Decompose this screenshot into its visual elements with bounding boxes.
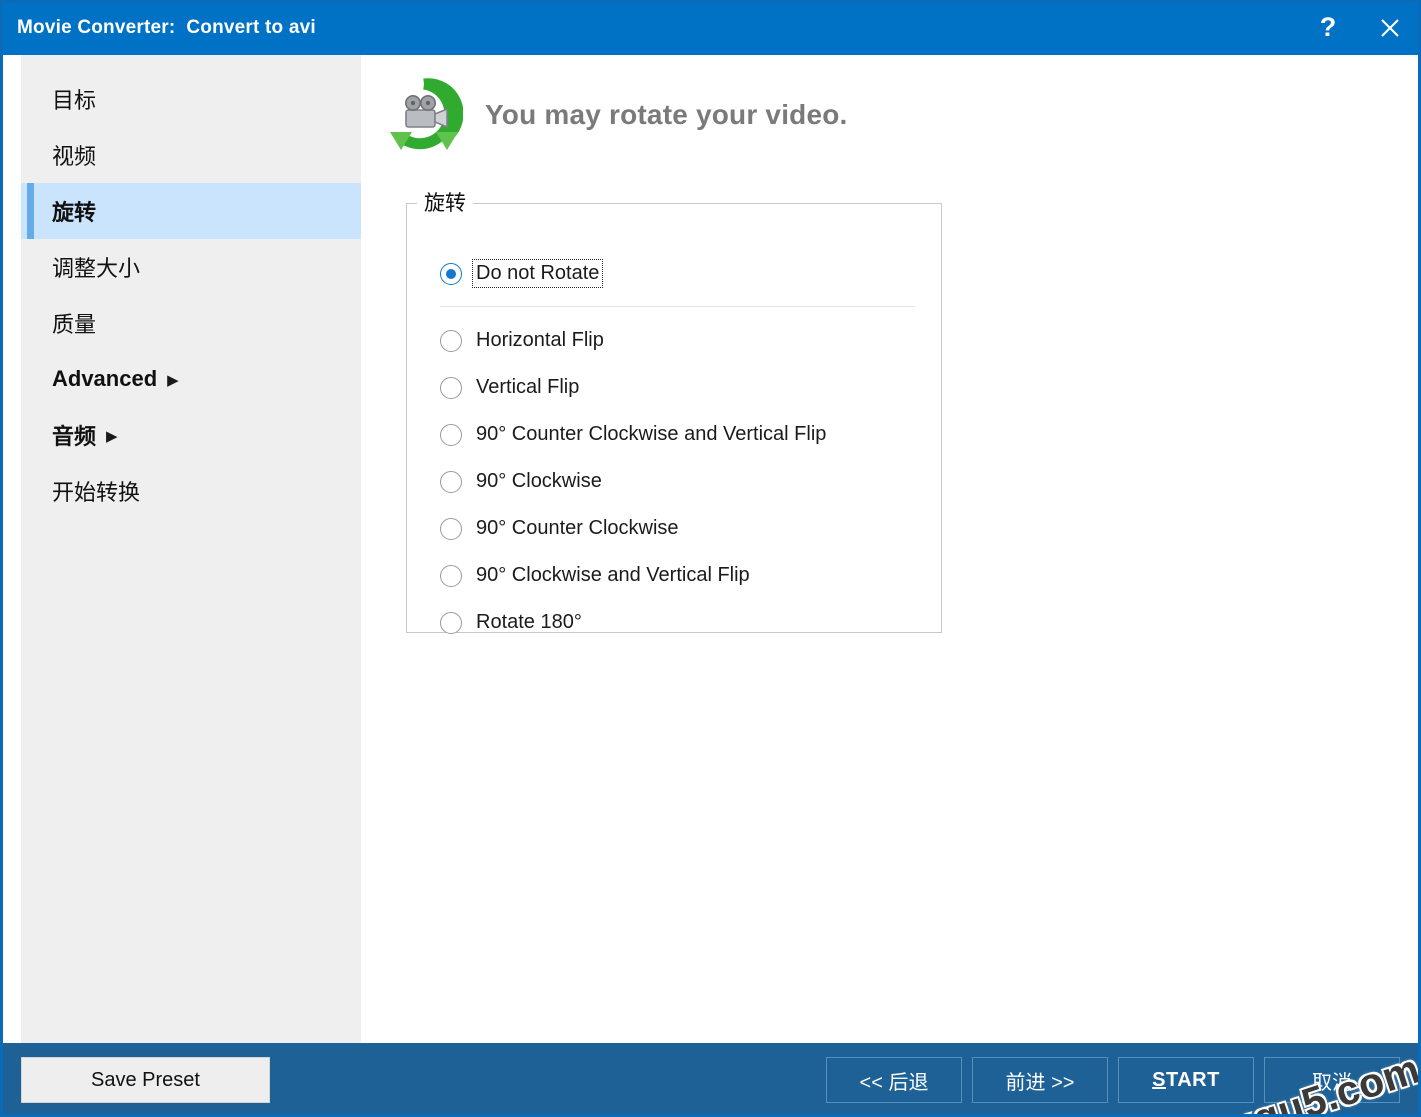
main-content: You may rotate your video. 旋转 Do not Rot… bbox=[361, 55, 1418, 1043]
next-button[interactable]: 前进 >> bbox=[972, 1057, 1108, 1103]
sidebar-nav: 目标 视频 旋转 调整大小 质量 Advanced ▶ 音频 ▶ 开始转换 bbox=[21, 55, 361, 1043]
radio-option-90-ccw-and-vertical-flip[interactable]: 90° Counter Clockwise and Vertical Flip bbox=[407, 411, 941, 458]
sidebar-item-label: 音频 bbox=[52, 424, 97, 449]
sidebar-item-quality[interactable]: 质量 bbox=[21, 295, 361, 351]
back-button[interactable]: << 后退 bbox=[826, 1057, 962, 1103]
close-icon bbox=[1381, 18, 1399, 37]
radio-icon bbox=[440, 564, 462, 587]
window-title: Movie Converter: Convert to avi bbox=[17, 16, 316, 38]
option-separator bbox=[440, 306, 915, 307]
radio-icon bbox=[440, 611, 462, 634]
radio-icon bbox=[440, 517, 462, 540]
sidebar-item-label: 目标 bbox=[52, 88, 97, 113]
title-bar: Movie Converter: Convert to avi ? bbox=[3, 3, 1418, 55]
radio-option-90-counter-clockwise[interactable]: 90° Counter Clockwise bbox=[407, 505, 941, 552]
help-button[interactable]: ? bbox=[1297, 3, 1359, 55]
radio-option-vertical-flip[interactable]: Vertical Flip bbox=[407, 364, 941, 411]
radio-option-90-cw-and-vertical-flip[interactable]: 90° Clockwise and Vertical Flip bbox=[407, 552, 941, 599]
radio-icon bbox=[440, 423, 462, 446]
save-preset-button[interactable]: Save Preset bbox=[21, 1057, 270, 1103]
sidebar-item-label: Advanced bbox=[52, 366, 158, 391]
start-accelerator-letter: S bbox=[1152, 1068, 1166, 1091]
sidebar-item-target[interactable]: 目标 bbox=[21, 71, 361, 127]
radio-option-label: Horizontal Flip bbox=[476, 329, 604, 351]
start-button[interactable]: S TART bbox=[1118, 1057, 1254, 1103]
sidebar-item-label: 视频 bbox=[52, 144, 97, 169]
sidebar-item-resize[interactable]: 调整大小 bbox=[21, 239, 361, 295]
footer-bar: Save Preset << 后退 前进 >> S TART 取消 bbox=[3, 1043, 1418, 1114]
group-legend: 旋转 bbox=[417, 187, 473, 217]
cancel-button[interactable]: 取消 bbox=[1264, 1057, 1400, 1103]
radio-option-label: 90° Counter Clockwise bbox=[476, 517, 679, 539]
question-mark-icon: ? bbox=[1319, 12, 1337, 42]
radio-option-label: 90° Clockwise bbox=[476, 470, 602, 492]
close-button[interactable] bbox=[1359, 3, 1418, 55]
sidebar-item-label: 质量 bbox=[52, 312, 97, 337]
sidebar-item-label: 旋转 bbox=[52, 200, 97, 225]
next-label: 前进 >> bbox=[1005, 1071, 1075, 1094]
sidebar-item-label: 调整大小 bbox=[52, 256, 141, 281]
save-preset-label: Save Preset bbox=[91, 1068, 200, 1091]
radio-option-do-not-rotate[interactable]: Do not Rotate bbox=[407, 250, 941, 297]
sidebar-item-label: 开始转换 bbox=[52, 480, 141, 505]
radio-icon bbox=[440, 262, 462, 285]
sidebar-item-advanced[interactable]: Advanced ▶ bbox=[21, 351, 361, 407]
page-title: You may rotate your video. bbox=[485, 99, 848, 130]
back-label: << 后退 bbox=[859, 1071, 929, 1094]
page-header: You may rotate your video. bbox=[385, 77, 1418, 153]
radio-option-label: Vertical Flip bbox=[476, 376, 580, 398]
sidebar-item-video[interactable]: 视频 bbox=[21, 127, 361, 183]
rotate-video-camera-icon bbox=[390, 78, 463, 150]
radio-option-label: Rotate 180° bbox=[476, 611, 582, 633]
sidebar-item-rotate[interactable]: 旋转 bbox=[21, 183, 361, 239]
radio-option-rotate-180[interactable]: Rotate 180° bbox=[407, 599, 941, 646]
radio-option-90-clockwise[interactable]: 90° Clockwise bbox=[407, 458, 941, 505]
start-label-rest: TART bbox=[1166, 1068, 1220, 1091]
radio-option-label: Do not Rotate bbox=[471, 259, 604, 288]
window-controls: ? bbox=[1297, 3, 1418, 55]
radio-option-label: 90° Clockwise and Vertical Flip bbox=[476, 564, 750, 586]
chevron-right-icon: ▶ bbox=[106, 427, 118, 445]
footer-button-group: << 后退 前进 >> S TART 取消 bbox=[826, 1057, 1400, 1103]
radio-icon bbox=[440, 470, 462, 493]
rotate-group-box: 旋转 Do not Rotate Horizontal Flip Vertica… bbox=[406, 187, 942, 634]
sidebar-item-start-convert[interactable]: 开始转换 bbox=[21, 463, 361, 519]
radio-icon bbox=[440, 376, 462, 399]
radio-icon bbox=[440, 329, 462, 352]
cancel-label: 取消 bbox=[1312, 1071, 1352, 1094]
radio-option-label: 90° Counter Clockwise and Vertical Flip bbox=[476, 423, 827, 445]
rotate-radio-group: Do not Rotate Horizontal Flip Vertical F… bbox=[407, 204, 941, 646]
sidebar-item-audio[interactable]: 音频 ▶ bbox=[21, 407, 361, 463]
window-body: 目标 视频 旋转 调整大小 质量 Advanced ▶ 音频 ▶ 开始转换 Yo… bbox=[3, 55, 1418, 1043]
movie-converter-window: Movie Converter: Convert to avi ? 目标 视频 … bbox=[0, 0, 1421, 1117]
chevron-right-icon: ▶ bbox=[167, 371, 179, 389]
radio-option-horizontal-flip[interactable]: Horizontal Flip bbox=[407, 317, 941, 364]
